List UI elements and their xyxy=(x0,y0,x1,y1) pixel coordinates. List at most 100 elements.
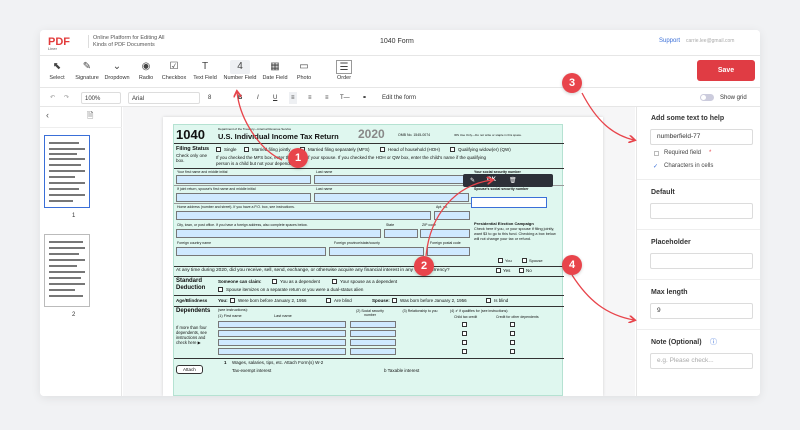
placeholder-input[interactable] xyxy=(650,253,753,269)
dependent-row[interactable] xyxy=(218,339,346,346)
tool-number-field[interactable]: 4 Number Field xyxy=(222,56,258,88)
other-credit-checkbox[interactable] xyxy=(510,349,515,354)
you-blind-checkbox[interactable] xyxy=(326,298,331,303)
vc-yes-checkbox[interactable] xyxy=(496,268,501,273)
tool-text-field[interactable]: T Text Field xyxy=(190,56,220,88)
dependent-ssn-cell[interactable] xyxy=(350,330,396,337)
edit-icon[interactable]: ✎ xyxy=(470,177,475,184)
redo-icon[interactable]: ↷ xyxy=(64,92,69,104)
child-credit-checkbox[interactable] xyxy=(462,331,467,336)
spouse-last-field[interactable] xyxy=(314,193,469,202)
you-blind-label: Are blind xyxy=(334,298,352,303)
you-dependent-checkbox[interactable] xyxy=(272,279,277,284)
spouse-dependent-checkbox[interactable] xyxy=(332,279,337,284)
tool-order[interactable]: ☰ Order xyxy=(331,56,357,88)
other-credit-checkbox[interactable] xyxy=(510,331,515,336)
required-checkbox[interactable] xyxy=(654,151,659,156)
divider xyxy=(637,329,760,330)
dependent-ssn-cell[interactable] xyxy=(350,339,396,346)
document-canvas: 1040 Department of the Treasury—Internal… xyxy=(123,107,635,396)
apt-field[interactable] xyxy=(434,211,470,220)
align-left-icon[interactable]: ≡ xyxy=(289,92,297,104)
list-icon: ☰ xyxy=(336,60,352,74)
vc-no-checkbox[interactable] xyxy=(519,268,524,273)
foreign-province-field[interactable] xyxy=(329,247,424,256)
dependent-row[interactable] xyxy=(218,348,346,355)
state-field[interactable] xyxy=(384,229,418,238)
spacing-icon[interactable]: T— xyxy=(340,92,350,104)
mfj-checkbox[interactable] xyxy=(244,147,249,152)
delete-icon[interactable]: 🗑 xyxy=(509,177,517,184)
first-name-field[interactable] xyxy=(176,175,311,184)
dependent-row[interactable] xyxy=(218,330,346,337)
child-credit-checkbox[interactable] xyxy=(462,340,467,345)
child-credit-checkbox[interactable] xyxy=(462,349,467,354)
zoom-select[interactable]: 100% xyxy=(81,92,121,104)
dependent-ssn-cell[interactable] xyxy=(350,321,396,328)
document-icon[interactable]: 🗎 xyxy=(87,110,93,124)
dependent-ssn-cell[interactable] xyxy=(350,348,396,355)
underline-icon[interactable]: U xyxy=(273,92,277,104)
foreign-country-field[interactable] xyxy=(176,247,326,256)
ok-button[interactable]: OK xyxy=(487,177,496,183)
note-input[interactable]: e.g. Please check... xyxy=(650,353,753,369)
zip-field[interactable] xyxy=(420,229,470,238)
tool-checkbox[interactable]: ☑ Checkbox xyxy=(160,56,188,88)
page-thumbnail-2[interactable] xyxy=(44,234,90,307)
someone-claim-label: Someone can claim: xyxy=(218,279,262,284)
foreign-postal-field[interactable] xyxy=(427,247,470,256)
page-thumbnail-1[interactable] xyxy=(44,135,90,208)
other-credit-header: Credit for other dependents xyxy=(496,315,539,319)
align-right-icon[interactable]: ≡ xyxy=(325,92,329,104)
spouse-itemizes-checkbox[interactable] xyxy=(218,287,223,292)
spouse-blind-checkbox[interactable] xyxy=(486,298,491,303)
check-icon[interactable]: ✓ xyxy=(653,163,658,170)
dependent-row[interactable] xyxy=(218,321,346,328)
grid-toggle[interactable] xyxy=(700,94,714,101)
spouse-born-checkbox[interactable] xyxy=(392,298,397,303)
edit-form-label[interactable]: Edit the form xyxy=(382,92,416,104)
italic-icon[interactable]: I xyxy=(257,92,259,104)
save-button[interactable]: Save xyxy=(697,60,755,81)
child-credit-checkbox[interactable] xyxy=(462,322,467,327)
step-marker-2: 2 xyxy=(414,256,434,276)
spouse-first-field[interactable] xyxy=(176,193,311,202)
you-born-checkbox[interactable] xyxy=(230,298,235,303)
tool-dropdown[interactable]: ⌄ Dropdown xyxy=(102,56,132,88)
hoh-checkbox[interactable] xyxy=(380,147,385,152)
last-name-label: Last name xyxy=(316,170,333,174)
divider xyxy=(637,279,760,280)
single-checkbox[interactable] xyxy=(216,147,221,152)
home-address-field[interactable] xyxy=(176,211,431,220)
qw-checkbox[interactable] xyxy=(450,147,455,152)
user-email[interactable]: carrie.lee@gmail.com xyxy=(686,38,734,44)
city-field[interactable] xyxy=(176,229,381,238)
collapse-icon[interactable]: ‹ xyxy=(46,110,49,120)
max-length-input[interactable]: 9 xyxy=(650,303,753,319)
font-select[interactable]: Arial xyxy=(128,92,200,104)
other-credit-checkbox[interactable] xyxy=(510,322,515,327)
image-icon: ▭ xyxy=(299,61,309,72)
tool-radio[interactable]: ◉ Radio xyxy=(135,56,157,88)
selected-number-field[interactable] xyxy=(471,197,547,208)
other-credit-checkbox[interactable] xyxy=(510,340,515,345)
support-link[interactable]: Support xyxy=(659,38,680,44)
home-address-label: Home address (number and street). If you… xyxy=(177,205,295,209)
tool-select[interactable]: ⬉ Select xyxy=(46,56,68,88)
tool-signature[interactable]: ✎ Signature xyxy=(72,56,102,88)
align-center-icon[interactable]: ≡ xyxy=(308,92,312,104)
field-name-input[interactable]: numberfield-77 xyxy=(650,129,753,145)
font-size[interactable]: 8 xyxy=(208,92,211,104)
tool-photo[interactable]: ▭ Photo xyxy=(292,56,316,88)
bold-icon[interactable]: B xyxy=(238,92,242,104)
help-icon[interactable]: ⓘ xyxy=(710,337,717,347)
page-number-1: 1 xyxy=(72,213,76,219)
mfs-note: If you checked the MFS box, enter the na… xyxy=(216,155,486,160)
default-input[interactable] xyxy=(650,203,753,219)
tool-date-field[interactable]: ▦ Date Field xyxy=(260,56,290,88)
link-icon[interactable]: ⚭ xyxy=(362,92,367,104)
last-name-field[interactable] xyxy=(314,175,469,184)
undo-icon[interactable]: ↶ xyxy=(50,92,55,104)
pec-spouse-checkbox[interactable] xyxy=(522,258,527,263)
pec-you-checkbox[interactable] xyxy=(498,258,503,263)
